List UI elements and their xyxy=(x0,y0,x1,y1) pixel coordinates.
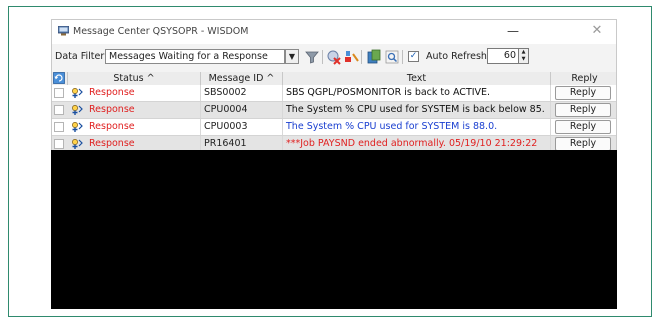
reply-cell: Reply xyxy=(551,102,616,118)
reply-button[interactable]: Reply xyxy=(555,103,611,117)
message-id-cell: CPU0004 xyxy=(201,102,283,118)
response-icon xyxy=(72,139,83,149)
redacted-area xyxy=(51,150,617,309)
auto-refresh-checkbox[interactable]: ✓ xyxy=(408,51,419,62)
data-filter-select[interactable]: Messages Waiting for a Response xyxy=(105,49,285,64)
delete-icon[interactable] xyxy=(326,49,342,65)
message-center-icon xyxy=(58,26,69,36)
auto-refresh-label: Auto Refresh xyxy=(426,51,487,62)
status-cell: Response xyxy=(52,85,201,101)
column-header-message-id[interactable]: Message ID ^ xyxy=(201,72,283,85)
table-row[interactable]: Response CPU0003 The System % CPU used f… xyxy=(52,119,616,136)
minimize-button[interactable]: — xyxy=(500,24,526,40)
response-icon xyxy=(72,88,83,98)
column-header-status[interactable]: Status ^ xyxy=(68,72,201,85)
close-button[interactable]: ✕ xyxy=(584,23,610,39)
data-filter-dropdown-button[interactable]: ▼ xyxy=(285,49,299,64)
response-icon xyxy=(72,105,83,115)
title-bar: Message Center QSYSOPR - WISDOM — ✕ xyxy=(52,20,616,44)
status-cell: Response xyxy=(52,102,201,118)
message-text-cell: The System % CPU used for SYSTEM is 88.0… xyxy=(283,119,551,135)
row-select-box[interactable] xyxy=(54,105,64,115)
grid-header: Status ^ Message ID ^ Text Reply xyxy=(52,72,616,86)
toolbar-separator xyxy=(402,50,403,64)
status-text: Response xyxy=(89,87,135,98)
refresh-grid-cell[interactable] xyxy=(52,72,68,85)
status-text: Response xyxy=(89,121,135,132)
find-icon[interactable] xyxy=(384,49,400,65)
column-header-text[interactable]: Text xyxy=(283,72,551,85)
window-title: Message Center QSYSOPR - WISDOM xyxy=(73,26,249,37)
data-filter-label: Data Filter: xyxy=(55,51,108,62)
refresh-icon[interactable] xyxy=(53,72,65,84)
status-text: Response xyxy=(89,104,135,115)
reply-button[interactable]: Reply xyxy=(555,137,611,151)
message-id-cell: CPU0003 xyxy=(201,119,283,135)
filter-icon[interactable] xyxy=(304,49,320,65)
row-select-box[interactable] xyxy=(54,88,64,98)
message-id-cell: SBS0002 xyxy=(201,85,283,101)
toolbar: Data Filter: Messages Waiting for a Resp… xyxy=(52,44,616,70)
clear-icon[interactable] xyxy=(343,49,359,65)
reply-cell: Reply xyxy=(551,85,616,101)
toolbar-separator xyxy=(361,50,362,64)
refresh-interval-input[interactable]: 60 xyxy=(487,48,519,64)
status-cell: Response xyxy=(52,119,201,135)
reply-button[interactable]: Reply xyxy=(555,86,611,100)
column-header-reply[interactable]: Reply xyxy=(551,72,616,85)
row-select-box[interactable] xyxy=(54,122,64,132)
table-row[interactable]: Response CPU0004 The System % CPU used f… xyxy=(52,102,616,119)
refresh-interval-spinner[interactable]: ▲ ▼ xyxy=(519,48,529,64)
message-text-cell: The System % CPU used for SYSTEM is back… xyxy=(283,102,551,118)
reply-cell: Reply xyxy=(551,119,616,135)
message-text-cell: SBS QGPL/POSMONITOR is back to ACTIVE. xyxy=(283,85,551,101)
table-row[interactable]: Response SBS0002 SBS QGPL/POSMONITOR is … xyxy=(52,85,616,102)
toolbar-separator xyxy=(322,50,323,64)
reports-icon[interactable] xyxy=(366,49,382,65)
row-select-box[interactable] xyxy=(54,139,64,149)
reply-button[interactable]: Reply xyxy=(555,120,611,134)
response-icon xyxy=(72,122,83,132)
